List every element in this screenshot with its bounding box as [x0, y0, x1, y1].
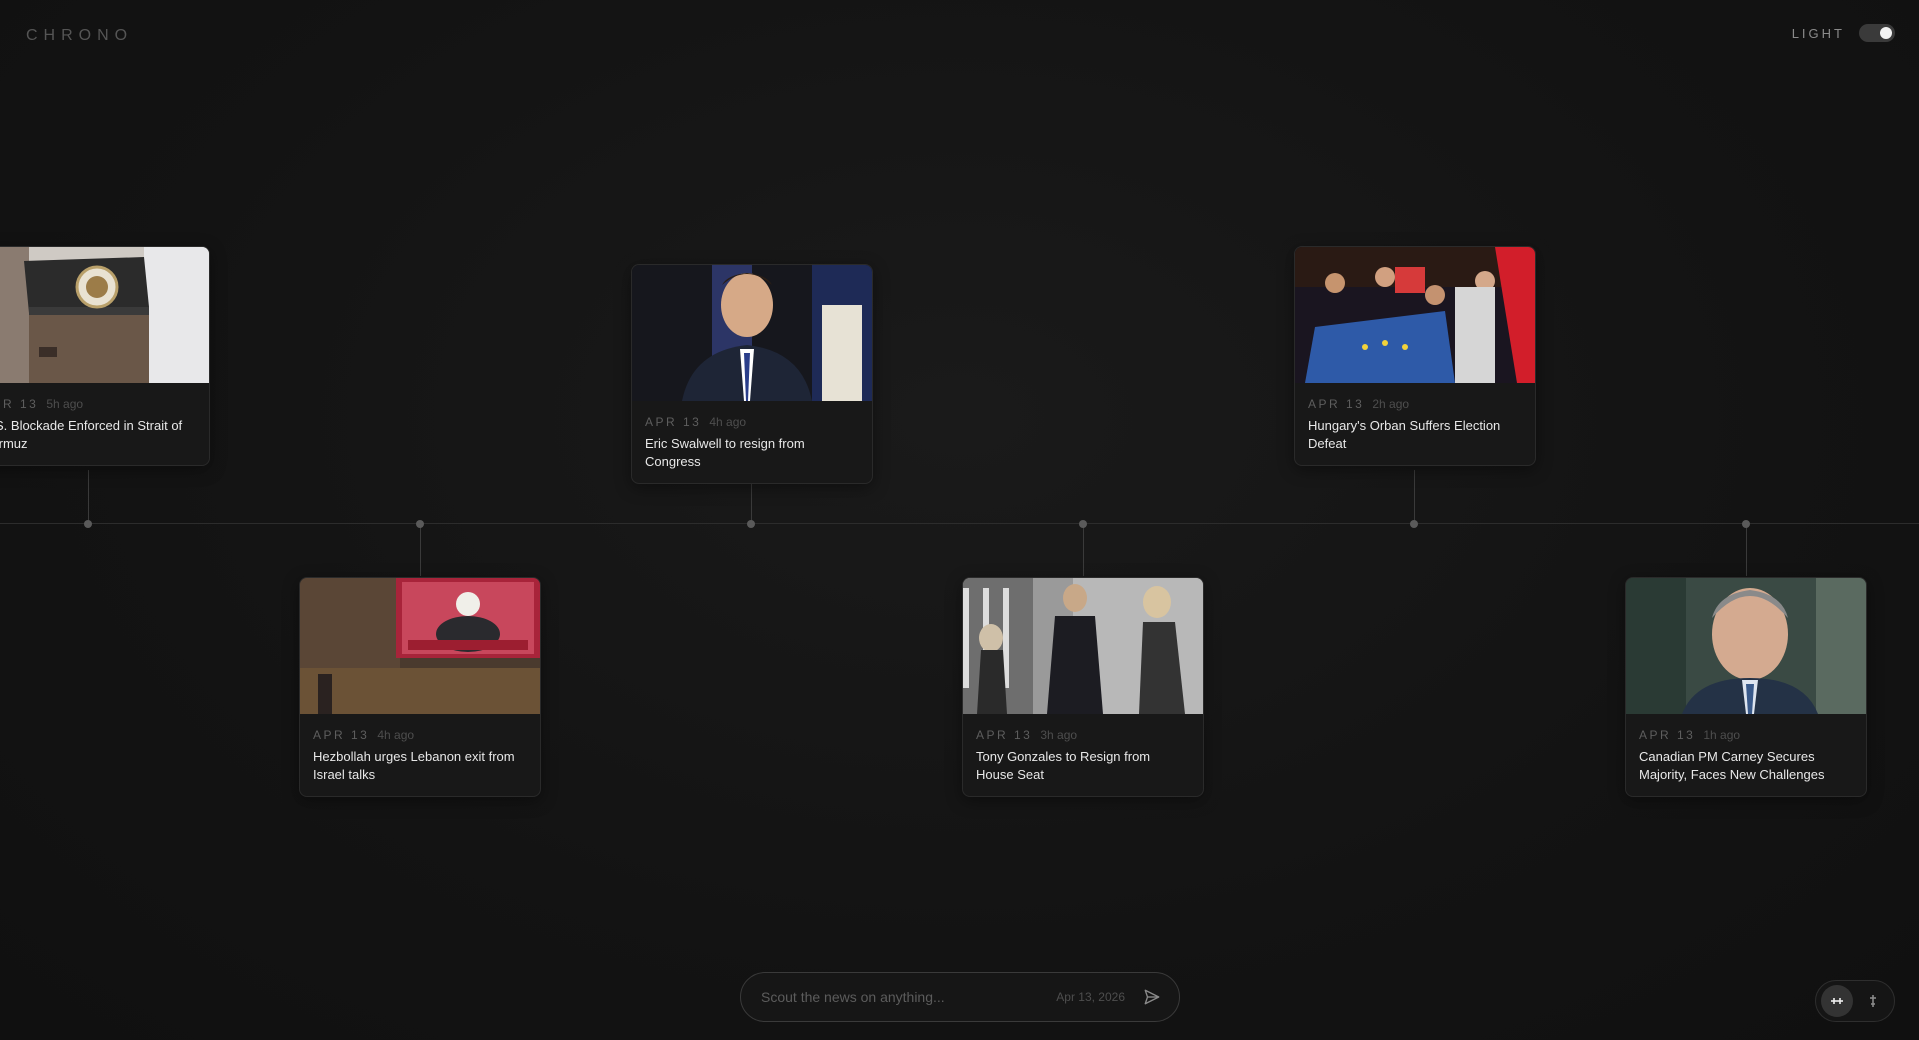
search-bar: Apr 13, 2026 [740, 972, 1180, 1022]
card-date: APR 13 [1639, 728, 1696, 742]
card-time-ago: 5h ago [46, 397, 84, 411]
timeline-stem [1746, 523, 1747, 576]
timeline-stem [420, 523, 421, 576]
portrait-photo [632, 265, 872, 401]
vertical-layout-icon [1870, 995, 1876, 1007]
timeline-page: CHRONO LIGHT R 13 5h ago . Blockade Enfo… [0, 0, 1919, 1040]
theme-toggle-group: LIGHT [1792, 24, 1895, 42]
timeline-node[interactable] [1079, 520, 1087, 528]
timeline-axis [0, 523, 1919, 524]
news-card[interactable]: APR 13 3h ago Tony Gonzales to Resign fro… [962, 577, 1204, 797]
toggle-knob [1880, 27, 1892, 39]
card-date: APR 13 [976, 728, 1033, 742]
vertical-layout-button[interactable] [1857, 985, 1889, 1017]
card-date: APR 13 [1308, 397, 1365, 411]
send-icon [1144, 989, 1160, 1005]
tv-broadcast-photo [300, 578, 540, 714]
timeline-node[interactable] [1742, 520, 1750, 528]
horizontal-layout-button[interactable] [1821, 985, 1853, 1017]
news-card[interactable]: APR 13 5h ago U.S. Blockade Enforced in S… [0, 246, 210, 466]
news-card[interactable]: APR 13 4h ago Eric Swalwell to resign fro… [631, 264, 873, 484]
timeline-node[interactable] [1410, 520, 1418, 528]
theme-label: LIGHT [1791, 25, 1845, 41]
card-title: Canadian PM Carney Secures Majority, Fac… [1639, 749, 1825, 782]
card-title: Hungary's Orban Suffers Election Defeat [1308, 418, 1501, 451]
crowd-flags-photo [1295, 247, 1535, 383]
card-title: U.S. Blockade Enforced in Strait of Horm… [0, 418, 183, 451]
horizontal-layout-icon [1831, 998, 1843, 1004]
send-button[interactable] [1141, 986, 1163, 1008]
app-logo: CHRONO [26, 27, 134, 44]
card-date: APR 13 [313, 728, 370, 742]
timeline-node[interactable] [747, 520, 755, 528]
card-time-ago: 2h ago [1372, 397, 1410, 411]
card-date: APR 13 [0, 397, 39, 411]
news-card[interactable]: APR 13 4h ago Hezbollah urges Lebanon exi… [299, 577, 541, 797]
search-input[interactable] [759, 988, 1057, 1006]
card-time-ago: 4h ago [709, 415, 747, 429]
timeline-stem [88, 470, 89, 523]
timeline-node[interactable] [416, 520, 424, 528]
card-title: Eric Swalwell to resign from Congress [645, 436, 805, 469]
card-time-ago: 1h ago [1703, 728, 1741, 742]
layout-switch [1815, 980, 1895, 1022]
news-card[interactable]: APR 13 2h ago Hungary's Orban Suffers Ele… [1294, 246, 1536, 466]
capitol-steps-photo [963, 578, 1203, 714]
card-title: Tony Gonzales to Resign from House Seat [976, 749, 1151, 782]
card-time-ago: 3h ago [1040, 728, 1078, 742]
portrait-photo [1626, 578, 1866, 714]
timeline-node[interactable] [84, 520, 92, 528]
card-date: APR 13 [645, 415, 702, 429]
podium-seal-photo [0, 247, 209, 383]
timeline-stem [1414, 470, 1415, 523]
theme-toggle[interactable] [1859, 24, 1895, 42]
card-time-ago: 4h ago [377, 728, 415, 742]
news-card[interactable]: APR 13 1h ago Canadian PM Carney Secures … [1625, 577, 1867, 797]
search-date: Apr 13, 2026 [1056, 990, 1125, 1004]
card-title: Hezbollah urges Lebanon exit from Israel… [313, 749, 515, 782]
timeline-stem [1083, 523, 1084, 576]
